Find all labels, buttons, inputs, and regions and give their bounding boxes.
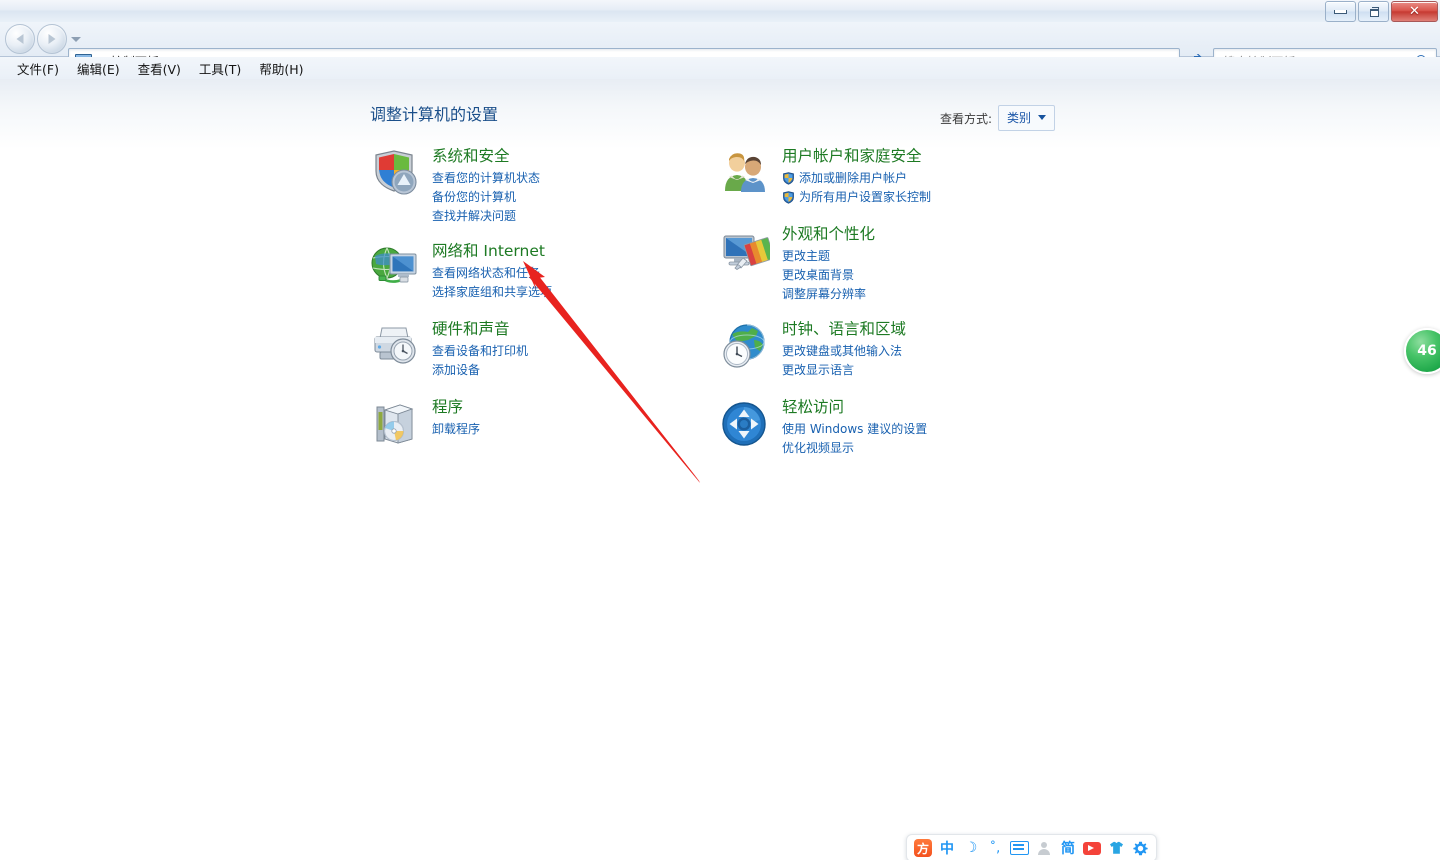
network-internet-icon bbox=[370, 244, 420, 292]
menu-file[interactable]: 文件(F) bbox=[8, 57, 68, 80]
close-button[interactable]: ✕ bbox=[1391, 1, 1438, 22]
category-link[interactable]: 备份您的计算机 bbox=[432, 188, 730, 207]
category-link[interactable]: 更改主题 bbox=[782, 247, 1080, 266]
view-by-label: 查看方式: bbox=[939, 111, 992, 126]
side-notification-badge[interactable]: 46 bbox=[1404, 328, 1440, 374]
category-hardware-and-sound: 硬件和声音 查看设备和打印机 添加设备 bbox=[370, 320, 730, 382]
category-link[interactable]: 更改桌面背景 bbox=[782, 266, 1080, 285]
category-clock-language-region: 时钟、语言和区域 更改键盘或其他输入法 更改显示语言 bbox=[720, 320, 1080, 382]
ime-simplified[interactable]: 简 bbox=[1059, 838, 1077, 858]
category-link[interactable]: 查看设备和打印机 bbox=[432, 342, 730, 361]
menu-bar: 文件(F) 编辑(E) 查看(V) 工具(T) 帮助(H) bbox=[0, 57, 1440, 80]
category-ease-of-access: 轻松访问 使用 Windows 建议的设置 优化视频显示 bbox=[720, 398, 1080, 460]
category-title[interactable]: 外观和个性化 bbox=[782, 225, 1080, 244]
category-column-left: 系统和安全 查看您的计算机状态 备份您的计算机 查找并解决问题 网络和 Inte… bbox=[370, 147, 730, 476]
minimize-button[interactable] bbox=[1325, 1, 1356, 22]
security-shield-icon bbox=[370, 149, 420, 197]
category-link-label: 添加或删除用户帐户 bbox=[799, 171, 908, 185]
category-link[interactable]: 查看您的计算机状态 bbox=[432, 169, 730, 188]
clock-language-region-icon bbox=[720, 322, 770, 370]
programs-icon bbox=[370, 400, 420, 448]
category-link[interactable]: 选择家庭组和共享选项 bbox=[432, 283, 730, 302]
category-network-and-internet: 网络和 Internet 查看网络状态和任务 选择家庭组和共享选项 bbox=[370, 242, 730, 304]
menu-help[interactable]: 帮助(H) bbox=[250, 57, 312, 80]
window-controls: ✕ bbox=[1325, 1, 1438, 22]
category-system-and-security: 系统和安全 查看您的计算机状态 备份您的计算机 查找并解决问题 bbox=[370, 147, 730, 226]
ime-settings[interactable] bbox=[1131, 838, 1149, 858]
minimize-icon bbox=[1334, 9, 1347, 14]
content-area: 调整计算机的设置 查看方式: 类别 系统和安全 查看您的计算机状态 备份您的计算… bbox=[0, 79, 1440, 860]
gear-icon bbox=[1132, 841, 1148, 855]
category-link[interactable]: 添加或删除用户帐户 bbox=[782, 169, 1080, 188]
title-bar: ✕ bbox=[0, 0, 1440, 23]
video-icon bbox=[1083, 841, 1101, 855]
back-button[interactable] bbox=[5, 24, 35, 54]
close-icon: ✕ bbox=[1409, 4, 1420, 19]
category-link[interactable]: 查看网络状态和任务 bbox=[432, 264, 730, 283]
category-title[interactable]: 轻松访问 bbox=[782, 398, 1080, 417]
category-programs: 程序 卸载程序 bbox=[370, 398, 730, 460]
view-by-dropdown[interactable]: 类别 bbox=[997, 105, 1055, 131]
menu-tools[interactable]: 工具(T) bbox=[190, 57, 250, 80]
ime-moon-icon[interactable]: ☽ bbox=[962, 838, 980, 858]
forward-arrow-icon bbox=[48, 34, 56, 44]
category-link-label: 为所有用户设置家长控制 bbox=[799, 190, 932, 204]
category-user-accounts-and-family-safety: 用户帐户和家庭安全 添加或删除用户帐户 为所有用户设置家长控制 bbox=[720, 147, 1080, 209]
category-title[interactable]: 程序 bbox=[432, 398, 730, 417]
category-link[interactable]: 添加设备 bbox=[432, 361, 730, 380]
category-column-right: 用户帐户和家庭安全 添加或删除用户帐户 为所有用户设置家长控制 外观和个性化 更… bbox=[720, 147, 1080, 476]
ime-logo-icon: 方 bbox=[914, 839, 932, 857]
navigation-bar: ▶ 控制面板 ▶ 搜索控制面板 bbox=[0, 22, 1440, 74]
menu-edit[interactable]: 编辑(E) bbox=[68, 57, 129, 80]
category-link[interactable]: 更改显示语言 bbox=[782, 361, 1080, 380]
ime-chinese-mode[interactable]: 中 bbox=[938, 838, 956, 858]
user-accounts-icon bbox=[720, 149, 770, 197]
uac-shield-icon bbox=[782, 191, 795, 204]
hardware-sound-icon bbox=[370, 322, 420, 370]
restore-icon bbox=[1368, 7, 1379, 17]
category-link[interactable]: 优化视频显示 bbox=[782, 439, 1080, 458]
category-title[interactable]: 硬件和声音 bbox=[432, 320, 730, 339]
category-link[interactable]: 为所有用户设置家长控制 bbox=[782, 188, 1080, 207]
keyboard-icon bbox=[1010, 841, 1029, 855]
category-title[interactable]: 网络和 Internet bbox=[432, 242, 730, 261]
category-appearance-and-personalization: 外观和个性化 更改主题 更改桌面背景 调整屏幕分辨率 bbox=[720, 225, 1080, 304]
ime-punctuation-icon[interactable]: ˚, bbox=[986, 838, 1004, 858]
shirt-icon bbox=[1109, 841, 1123, 854]
category-link[interactable]: 查找并解决问题 bbox=[432, 207, 730, 226]
recent-pages-dropdown-icon[interactable] bbox=[71, 36, 81, 42]
appearance-personalization-icon bbox=[720, 227, 775, 275]
control-panel-window: ✕ ▶ 控制面板 ▶ bbox=[0, 0, 1440, 860]
category-title[interactable]: 用户帐户和家庭安全 bbox=[782, 147, 1080, 166]
page-title: 调整计算机的设置 bbox=[370, 105, 499, 124]
category-title[interactable]: 时钟、语言和区域 bbox=[782, 320, 1080, 339]
back-arrow-icon bbox=[16, 34, 24, 44]
ime-keyboard[interactable] bbox=[1010, 838, 1029, 858]
ime-logo[interactable]: 方 bbox=[914, 838, 932, 858]
ime-toolbar: 方 中 ☽ ˚, 简 bbox=[906, 834, 1157, 860]
side-badge-count: 46 bbox=[1417, 343, 1437, 359]
view-by-control: 查看方式: 类别 bbox=[940, 105, 1055, 131]
menu-view[interactable]: 查看(V) bbox=[129, 57, 190, 80]
category-link[interactable]: 调整屏幕分辨率 bbox=[782, 285, 1080, 304]
ime-video[interactable] bbox=[1083, 838, 1101, 858]
person-icon bbox=[1037, 841, 1051, 855]
uac-shield-icon bbox=[782, 172, 795, 185]
ime-user[interactable] bbox=[1035, 838, 1053, 858]
view-by-value: 类别 bbox=[1006, 111, 1031, 125]
category-link[interactable]: 更改键盘或其他输入法 bbox=[782, 342, 1080, 361]
category-link[interactable]: 卸载程序 bbox=[432, 420, 730, 439]
forward-button[interactable] bbox=[37, 24, 67, 54]
category-title[interactable]: 系统和安全 bbox=[432, 147, 730, 166]
ease-of-access-icon bbox=[720, 400, 770, 448]
category-link[interactable]: 使用 Windows 建议的设置 bbox=[782, 420, 1080, 439]
ime-skin[interactable] bbox=[1107, 838, 1125, 858]
restore-button[interactable] bbox=[1358, 1, 1389, 22]
chevron-down-icon bbox=[1038, 115, 1046, 120]
